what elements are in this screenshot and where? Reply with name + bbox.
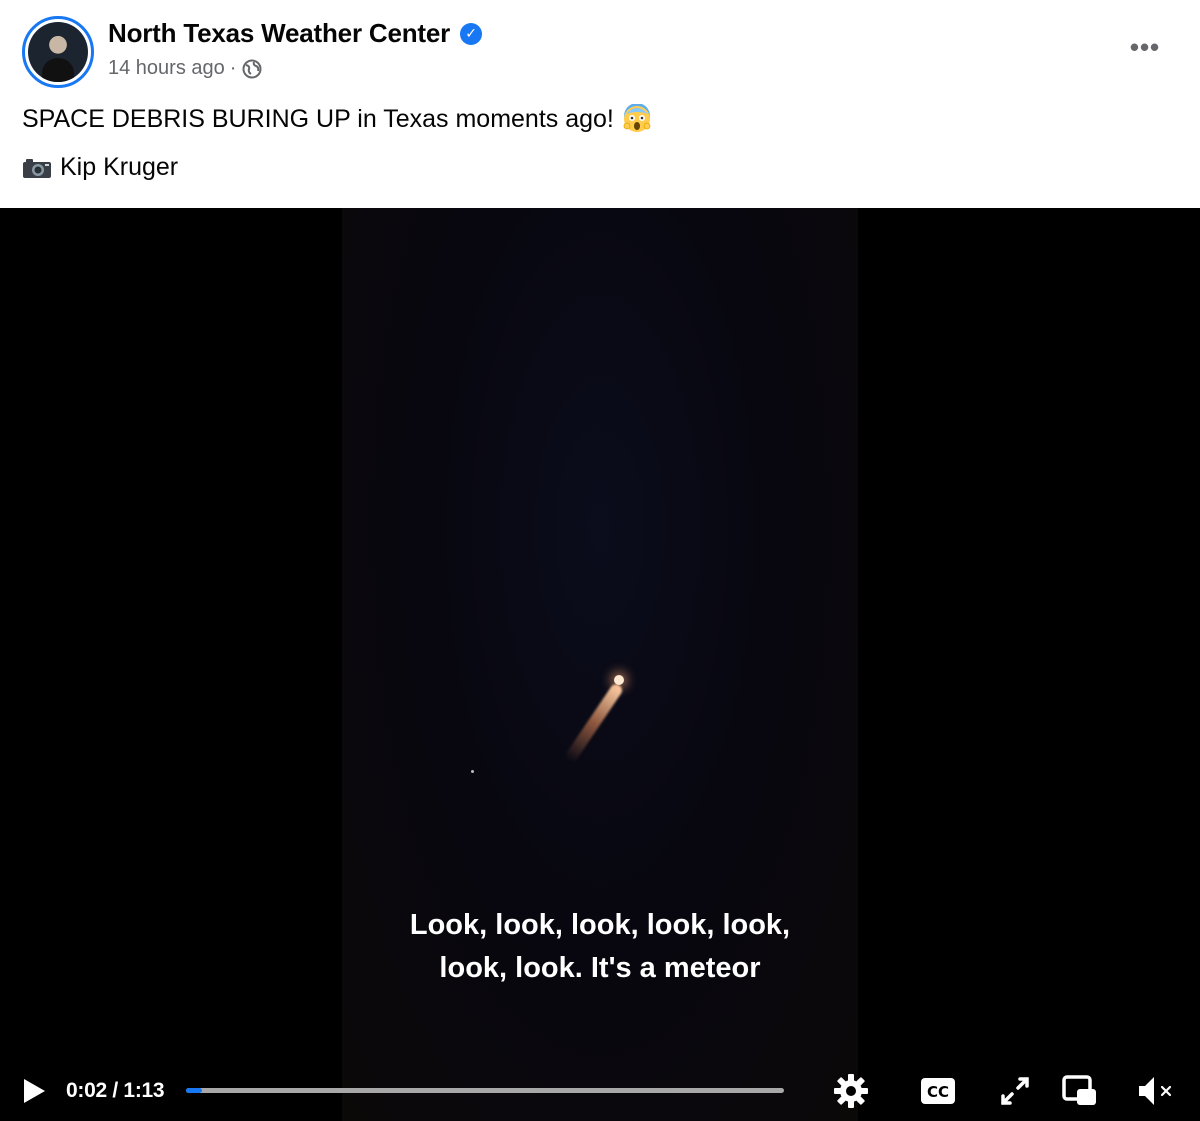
time-display: 0:02 / 1:13: [66, 1079, 165, 1102]
page-avatar[interactable]: [22, 16, 94, 88]
picture-in-picture-icon[interactable]: [1061, 1072, 1099, 1110]
meteor-head: [614, 675, 624, 685]
progress-bar[interactable]: [186, 1088, 784, 1093]
post-meta: 14 hours ago ·: [108, 57, 262, 80]
page-name[interactable]: North Texas Weather Center ✓: [108, 18, 483, 49]
caption-line-2: look, look. It's a meteor: [439, 952, 761, 984]
caption-line-1: Look, look, look, look, look,: [409, 909, 791, 941]
meta-separator: ·: [229, 57, 237, 79]
post-text: SPACE DEBRIS BURING UP in Texas moments …: [22, 104, 652, 134]
post-timestamp[interactable]: 14 hours ago: [108, 57, 225, 80]
progress-fill: [186, 1088, 203, 1093]
fullscreen-icon[interactable]: [996, 1072, 1034, 1110]
closed-captions-icon[interactable]: CC: [919, 1072, 957, 1110]
svg-text:CC: CC: [927, 1083, 949, 1101]
screaming-face-emoji: [623, 104, 651, 132]
avatar-image: [28, 22, 88, 82]
verified-badge-icon: ✓: [460, 22, 483, 45]
settings-gear-icon[interactable]: [832, 1072, 870, 1110]
camera-emoji: [23, 158, 51, 178]
video-caption: Look, look, look, look, look, look, look…: [342, 904, 858, 990]
credit-name: Kip Kruger: [60, 153, 179, 181]
post-text-content: SPACE DEBRIS BURING UP in Texas moments …: [22, 104, 614, 133]
muted-volume-icon[interactable]: [1136, 1072, 1174, 1110]
more-options-button[interactable]: •••: [1124, 32, 1166, 62]
star-dot: [471, 770, 474, 773]
post-header: North Texas Weather Center ✓ 14 hours ag…: [0, 0, 1200, 208]
photo-credit: Kip Kruger: [22, 153, 178, 182]
video-controls: 0:02 / 1:13 CC: [0, 1058, 1200, 1121]
page-name-label[interactable]: North Texas Weather Center: [108, 18, 450, 49]
video-player[interactable]: Look, look, look, look, look, look, look…: [0, 208, 1200, 1121]
globe-icon[interactable]: [242, 59, 262, 79]
play-icon[interactable]: [18, 1076, 48, 1106]
